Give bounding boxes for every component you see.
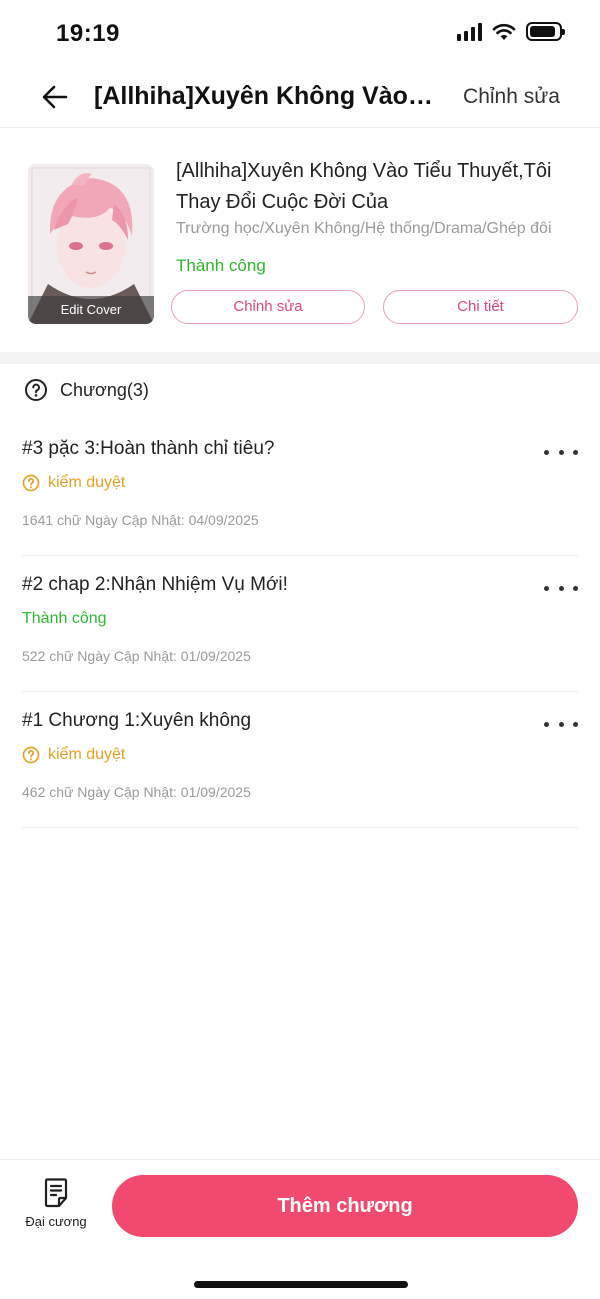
document-icon: [44, 1178, 68, 1208]
cellular-signal-icon: [457, 22, 482, 41]
chapters-count: Chương(3): [60, 379, 149, 400]
chapter-title: #1 Chương 1:Xuyên không: [22, 710, 252, 731]
chapter-status: kiểm duyệt: [22, 474, 125, 492]
back-button[interactable]: [38, 80, 72, 114]
pending-review-icon: [22, 746, 40, 764]
edit-cover-label: Edit Cover: [28, 296, 154, 324]
wifi-icon: [492, 23, 516, 40]
more-options-icon[interactable]: [544, 578, 578, 598]
status-bar: 19:19: [0, 0, 600, 66]
chapter-item[interactable]: #3 pặc 3:Hoàn thành chỉ tiêu? kiểm duyệt…: [22, 420, 578, 556]
chapter-item[interactable]: #1 Chương 1:Xuyên không kiểm duyệt 462 c…: [22, 692, 578, 828]
outline-label: Đại cương: [25, 1214, 87, 1229]
battery-icon: [526, 22, 565, 41]
chapter-meta: 462 chữ Ngày Cập Nhật: 01/09/2025: [22, 784, 251, 800]
detail-button[interactable]: Chi tiết: [383, 290, 578, 324]
page-title: [Allhiha]Xuyên Không Vào Tiểu Thuyết,Tôi…: [94, 82, 439, 110]
story-tags: Trường học/Xuyên Không/Hệ thống/Drama/Gh…: [176, 220, 552, 237]
add-chapter-button[interactable]: Thêm chương: [112, 1175, 578, 1237]
chapter-title: #2 chap 2:Nhận Nhiệm Vụ Mới!: [22, 574, 288, 595]
nav-bar: [Allhiha]Xuyên Không Vào Tiểu Thuyết,Tôi…: [0, 66, 600, 128]
chapter-title: #3 pặc 3:Hoàn thành chỉ tiêu?: [22, 438, 275, 459]
story-cover[interactable]: Edit Cover: [28, 164, 154, 324]
section-divider: [0, 352, 600, 364]
status-icons: [457, 22, 565, 41]
chapter-status-label: kiểm duyệt: [48, 746, 126, 763]
edit-story-link[interactable]: Chỉnh sửa: [463, 85, 560, 109]
chapter-status-label: kiểm duyệt: [48, 474, 126, 491]
chapter-meta: 522 chữ Ngày Cập Nhật: 01/09/2025: [22, 648, 251, 664]
more-options-icon[interactable]: [544, 714, 578, 734]
chapter-status: kiểm duyệt: [22, 746, 125, 764]
chapter-meta: 1641 chữ Ngày Cập Nhật: 04/09/2025: [22, 512, 259, 528]
status-time: 19:19: [56, 20, 120, 47]
arrow-left-icon: [42, 85, 68, 109]
chapter-item[interactable]: #2 chap 2:Nhận Nhiệm Vụ Mới! Thành công …: [22, 556, 578, 692]
outline-button[interactable]: Đại cương: [18, 1178, 94, 1238]
help-circle-icon[interactable]: [24, 378, 48, 402]
home-indicator: [194, 1281, 408, 1288]
bottom-bar: Đại cương Thêm chương: [0, 1159, 600, 1299]
pending-review-icon: [22, 474, 40, 492]
chapters-header: Chương(3): [24, 378, 149, 402]
chapter-status-label: Thành công: [22, 610, 107, 627]
edit-button[interactable]: Chỉnh sửa: [171, 290, 365, 324]
chapter-status: Thành công: [22, 610, 107, 628]
story-status: Thành công: [176, 256, 266, 275]
story-header: Edit Cover [Allhiha]Xuyên Không Vào Tiểu…: [0, 128, 600, 352]
story-title: [Allhiha]Xuyên Không Vào Tiểu Thuyết,Tôi…: [176, 160, 552, 213]
more-options-icon[interactable]: [544, 442, 578, 462]
